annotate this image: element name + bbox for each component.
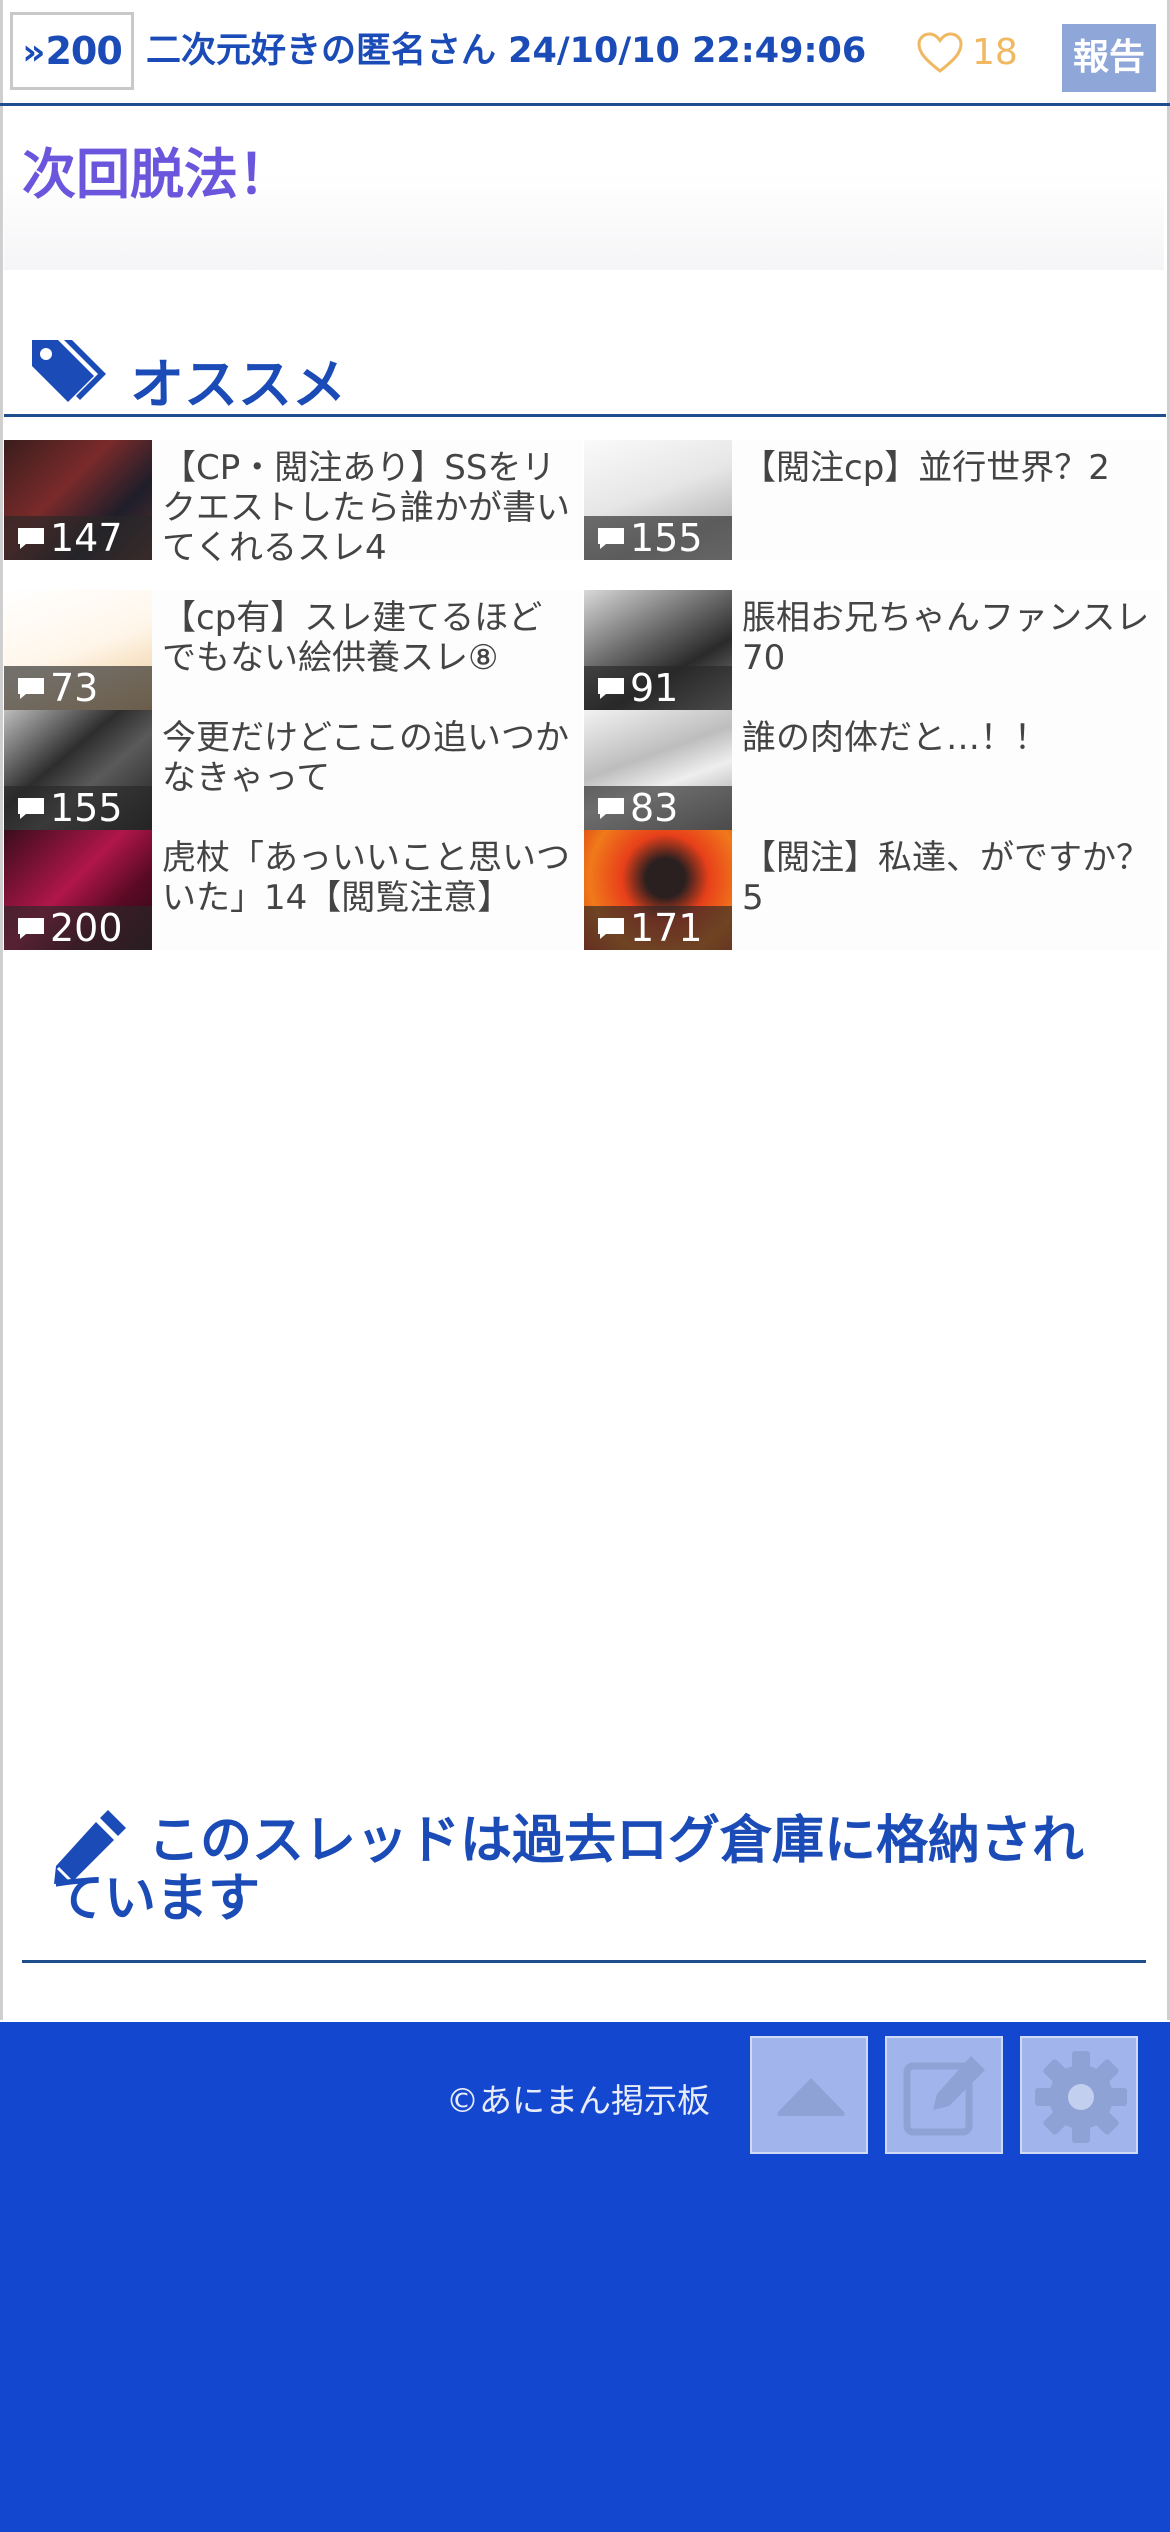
res-number: 200 — [45, 29, 122, 73]
triangle-up-icon — [777, 2078, 845, 2116]
double-chevron-icon: » — [22, 32, 45, 73]
thread-thumbnail: 155 — [4, 710, 152, 830]
gear-icon — [1035, 2051, 1127, 2143]
write-button[interactable] — [885, 2036, 1003, 2154]
copyright: ©あにまん掲示板 — [446, 2081, 710, 2120]
comment-icon — [598, 528, 624, 549]
thread-thumbnail: 73 — [4, 590, 152, 710]
res-number-button[interactable]: »200 — [10, 12, 134, 90]
thread-card[interactable]: 200 虎杖「あっいいこと思いついた」14【閲覧注意】 — [4, 830, 582, 950]
like-count: 18 — [972, 32, 1018, 73]
archive-text: このスレッドは過去ログ倉庫に格納されています — [52, 1811, 1085, 1929]
thread-thumbnail: 200 — [4, 830, 152, 950]
thread-thumbnail: 147 — [4, 440, 152, 560]
post-text: 次回脱法！ — [22, 143, 292, 206]
post-body: 次回脱法！ — [4, 110, 1164, 270]
thread-thumbnail: 83 — [584, 710, 732, 830]
settings-button[interactable] — [1020, 2036, 1138, 2154]
recommend-header: オススメ — [4, 330, 1166, 417]
thread-thumbnail: 91 — [584, 590, 732, 710]
thread-title: 【閲注cp】並行世界？2 — [742, 448, 1110, 488]
thread-card[interactable]: 171 【閲注】私達、がですか？5 — [584, 830, 1162, 950]
thread-card[interactable]: 155 【閲注cp】並行世界？2 — [584, 440, 1162, 560]
thread-card[interactable]: 83 誰の肉体だと…！！ — [584, 710, 1162, 830]
thread-title: 【閲注】私達、がですか？5 — [742, 838, 1150, 918]
edit-icon — [903, 2056, 985, 2136]
thread-title: 【cp有】スレ建てるほどでもない絵供養スレ⑧ — [162, 598, 543, 678]
heart-icon[interactable] — [916, 31, 964, 75]
thread-title: 【CP・閲注あり】SSをリクエストしたら誰かが書いてくれるスレ4 — [162, 448, 570, 568]
thread-card[interactable]: 91 脹相お兄ちゃんファンスレ70 — [584, 590, 1162, 710]
thread-card[interactable]: 147 【CP・閲注あり】SSをリクエストしたら誰かが書いてくれるスレ4 — [4, 440, 582, 568]
comment-icon — [598, 918, 624, 939]
tag-icon — [32, 340, 106, 402]
thread-thumbnail: 155 — [584, 440, 732, 560]
scroll-top-button[interactable] — [750, 2036, 868, 2154]
archive-notice: このスレッドは過去ログ倉庫に格納されています — [22, 1790, 1146, 1963]
thread-title: 脹相お兄ちゃんファンスレ70 — [742, 598, 1150, 678]
post-header: »200 二次元好きの匿名さん 24/10/10 22:49:06 18 報告 — [0, 0, 1170, 106]
thread-title: 虎杖「あっいいこと思いついた」14【閲覧注意】 — [162, 838, 570, 918]
comment-icon — [18, 678, 44, 699]
footer: ©あにまん掲示板 — [0, 2022, 1170, 2532]
thread-title: 今更だけどここの追いつかなきゃって — [162, 718, 569, 798]
comment-icon — [598, 798, 624, 819]
thread-card[interactable]: 73 【cp有】スレ建てるほどでもない絵供養スレ⑧ — [4, 590, 582, 710]
comment-icon — [18, 918, 44, 939]
page-frame — [0, 0, 1170, 2020]
thread-title: 誰の肉体だと…！！ — [742, 718, 1048, 758]
thread-card[interactable]: 155 今更だけどここの追いつかなきゃって — [4, 710, 582, 830]
thread-thumbnail: 171 — [584, 830, 732, 950]
recommend-title: オススメ — [130, 353, 346, 416]
report-button[interactable]: 報告 — [1062, 24, 1156, 92]
comment-icon — [18, 798, 44, 819]
comment-icon — [598, 678, 624, 699]
poster-line: 二次元好きの匿名さん 24/10/10 22:49:06 — [146, 31, 867, 71]
comment-icon — [18, 528, 44, 549]
